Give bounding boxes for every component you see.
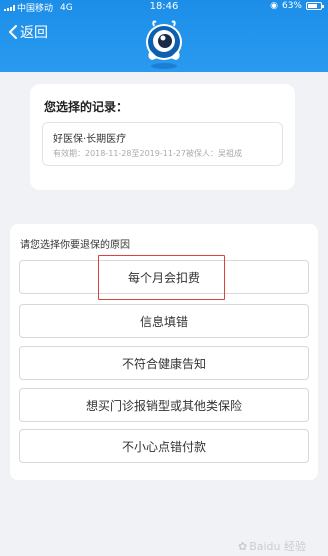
record-details: 有效期：2018-11-28至2019-11-27被保人：吴祖成 — [53, 149, 242, 158]
battery-percent: 63% — [281, 1, 302, 11]
reason-option-monthly-charge[interactable]: 每个月会扣费 — [19, 260, 309, 294]
location-icon: ◉ — [270, 1, 278, 11]
status-bar: 中国移动 4G 18:46 ◉ 63% — [0, 0, 328, 14]
record-name: 好医保·长期医疗 — [53, 134, 127, 145]
chevron-left-icon — [9, 25, 17, 39]
record-heading: 您选择的记录： — [44, 100, 129, 114]
mascot-icon — [146, 20, 182, 69]
record-item: 好医保·长期医疗 有效期：2018-11-28至2019-11-27被保人：吴祖… — [42, 122, 283, 166]
app-header: 中国移动 4G 18:46 ◉ 63% 返回 — [0, 0, 328, 72]
reason-option-info-error[interactable]: 信息填错 — [19, 304, 309, 338]
watermark: ✿ Baidu 经验 — [238, 538, 306, 554]
reason-option-accidental-payment[interactable]: 不小心点错付款 — [19, 429, 309, 463]
reason-option-health-notice[interactable]: 不符合健康告知 — [19, 346, 309, 380]
reason-prompt: 请您选择你要退保的原因 — [20, 240, 130, 251]
reason-option-other-insurance[interactable]: 想买门诊报销型或其他类保险 — [19, 388, 309, 422]
back-label: 返回 — [20, 25, 48, 41]
paw-icon: ✿ — [237, 539, 248, 553]
battery-icon — [306, 2, 324, 10]
selected-record-card: 您选择的记录： 好医保·长期医疗 有效期：2018-11-28至2019-11-… — [30, 84, 295, 190]
watermark-text: Baidu 经验 — [249, 540, 306, 553]
back-button[interactable]: 返回 — [8, 22, 48, 42]
reason-panel: 请您选择你要退保的原因 每个月会扣费 信息填错 不符合健康告知 想买门诊报销型或… — [10, 224, 318, 480]
